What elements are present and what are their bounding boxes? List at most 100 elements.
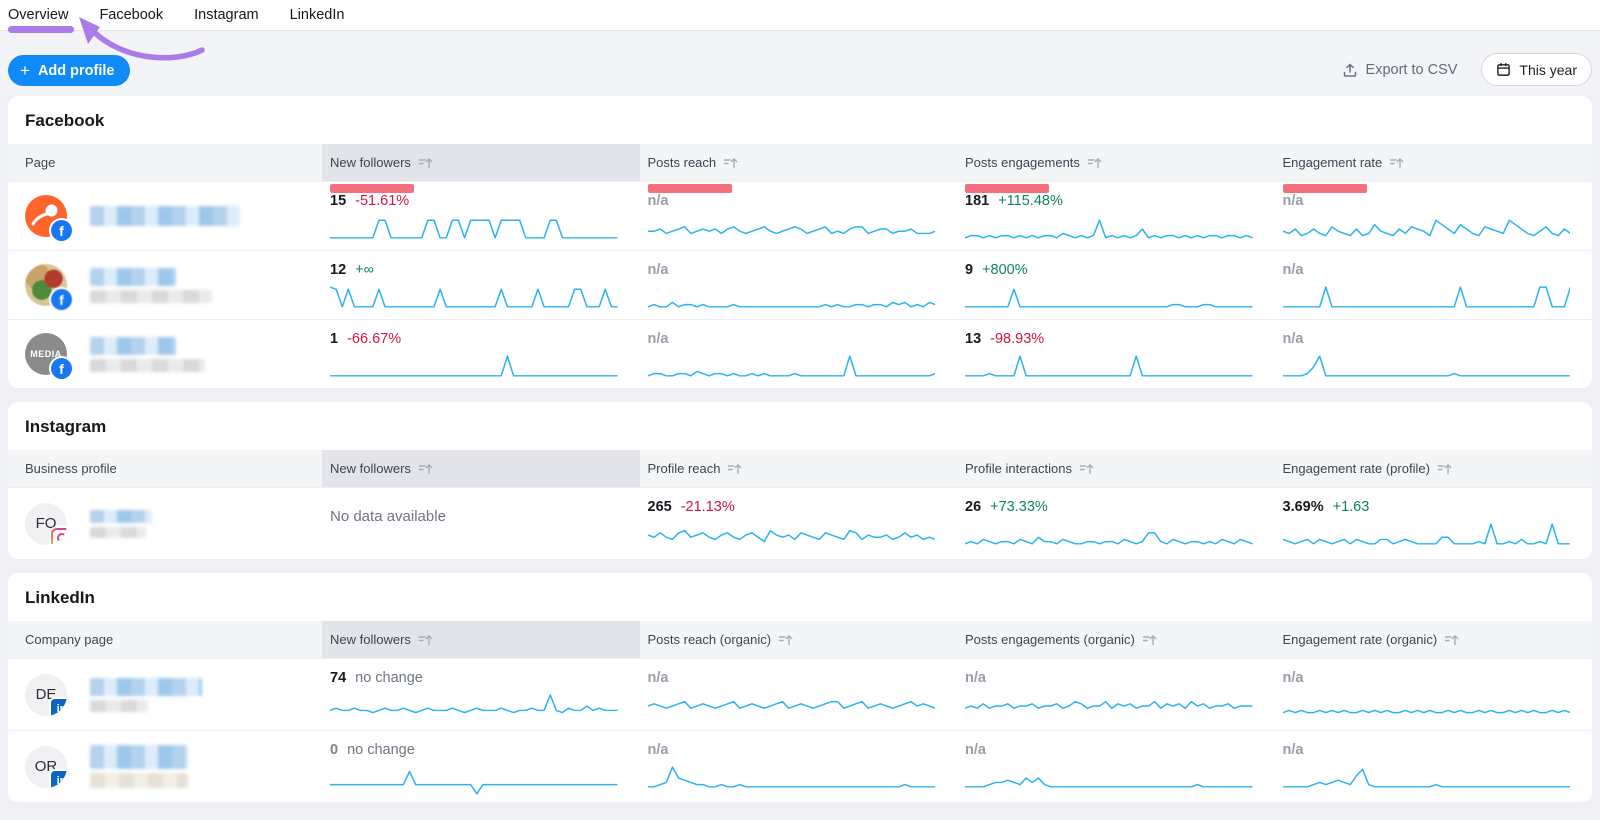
metric-value: n/a (1283, 742, 1304, 758)
sort-icon (418, 634, 433, 646)
sparkline-chart (1283, 215, 1571, 246)
metric-value: 265 (648, 499, 672, 515)
sort-icon (1444, 634, 1459, 646)
metric-value: n/a (648, 331, 669, 347)
column-header-label: Posts engagements (965, 155, 1080, 170)
annotation-underline (8, 26, 74, 33)
sparkline-chart (648, 764, 936, 795)
profile-name (90, 206, 240, 226)
tab-overview[interactable]: Overview (8, 7, 68, 23)
metric-cell: n/a (640, 251, 958, 319)
tab-facebook[interactable]: Facebook (99, 7, 163, 23)
metric-value: n/a (1283, 670, 1304, 686)
column-header-new-followers[interactable]: New followers (322, 621, 640, 658)
sparkline-chart (648, 521, 936, 552)
sort-icon (723, 157, 738, 169)
sort-icon (778, 634, 793, 646)
sparkline-chart (1283, 764, 1571, 795)
column-header-engagement-rate-organic[interactable]: Engagement rate (organic) (1275, 621, 1593, 658)
facebook-badge-icon: f (51, 358, 72, 379)
metric-delta: +73.33% (990, 499, 1048, 515)
metric-value: 74 (330, 670, 346, 686)
redacted-name (90, 337, 176, 355)
metric-cell: n/a (640, 731, 958, 802)
profile-name (90, 510, 152, 538)
metric-value: 26 (965, 499, 981, 515)
profile-cell[interactable]: FO (8, 488, 322, 559)
metric-delta: no change (347, 742, 415, 758)
linkedin-badge-icon: in (51, 699, 67, 716)
facebook-section: Facebook Page New followers Posts reach … (8, 96, 1592, 388)
column-header-posts-reach[interactable]: Posts reach (640, 144, 958, 181)
profile-name (90, 745, 188, 788)
profile-cell[interactable]: MEDIA f (8, 320, 322, 388)
column-header-label: Posts reach (648, 155, 717, 170)
sparkline-chart (648, 284, 936, 315)
sort-icon (1079, 463, 1094, 475)
metric-value: n/a (648, 670, 669, 686)
column-header-engagement-rate-profile[interactable]: Engagement rate (profile) (1275, 450, 1593, 487)
sparkline-chart (1283, 521, 1571, 552)
avatar: OR in (25, 746, 67, 788)
metric-cell: 12+∞ (322, 251, 640, 319)
table-header: Company page New followers Posts reach (… (8, 621, 1592, 658)
column-header-new-followers[interactable]: New followers (322, 450, 640, 487)
avatar: f (25, 195, 67, 237)
column-header-profile-reach[interactable]: Profile reach (640, 450, 958, 487)
table-row: DE in 74no change n/a n/a n/a (8, 658, 1592, 730)
sparkline-chart (965, 764, 1253, 795)
metric-cell: 15 -51.61% (322, 182, 640, 250)
metric-value: No data available (330, 508, 446, 525)
redaction-bar (1283, 184, 1367, 193)
sparkline-chart (648, 353, 936, 384)
table-row: f 15-51.61% n/a 181+115.48% n/a (8, 181, 1592, 250)
sort-icon (1142, 634, 1157, 646)
metric-value: n/a (965, 742, 986, 758)
column-header-engagement-rate[interactable]: Engagement rate (1275, 144, 1593, 181)
sparkline-chart (1283, 692, 1571, 723)
date-range-button[interactable]: This year (1481, 53, 1592, 86)
avatar: f (25, 264, 67, 306)
profile-cell[interactable]: f (8, 182, 322, 250)
export-to-csv-button[interactable]: Export to CSV (1342, 62, 1458, 78)
column-header-posts-engagements[interactable]: Posts engagements (957, 144, 1275, 181)
column-header-label: New followers (330, 461, 411, 476)
metric-cell: n/a (1275, 182, 1593, 250)
sort-icon (1389, 157, 1404, 169)
metric-value: 9 (965, 262, 973, 278)
metric-value: 15 (330, 193, 346, 209)
metric-delta: -51.61% (355, 193, 409, 209)
column-header-label: Engagement rate (profile) (1283, 461, 1430, 476)
avatar: FO (25, 503, 67, 545)
toolbar: + Add profile Export to CSV This year (0, 31, 1600, 96)
sparkline-chart (965, 692, 1253, 723)
column-header-posts-engagements-organic[interactable]: Posts engagements (organic) (957, 621, 1275, 658)
metric-cell: 3.69%+1.63 (1275, 488, 1593, 559)
profile-cell[interactable]: DE in (8, 659, 322, 730)
column-header-label: Engagement rate (1283, 155, 1383, 170)
profile-cell[interactable]: OR in (8, 731, 322, 802)
metric-cell: n/a (640, 182, 958, 250)
column-header-page: Page (8, 144, 322, 181)
sparkline-chart (648, 692, 936, 723)
tab-instagram[interactable]: Instagram (194, 7, 258, 23)
profile-cell[interactable]: f (8, 251, 322, 319)
profile-name (90, 268, 212, 303)
column-header-posts-reach-organic[interactable]: Posts reach (organic) (640, 621, 958, 658)
section-title: Instagram (8, 402, 1592, 450)
facebook-badge-icon: f (51, 220, 72, 241)
metric-value: n/a (648, 262, 669, 278)
table-row: OR in 0no change n/a n/a n/a (8, 730, 1592, 802)
add-profile-button[interactable]: + Add profile (8, 55, 130, 86)
sparkline-chart (330, 284, 618, 315)
sparkline-chart (330, 353, 618, 384)
redacted-subtitle (90, 700, 148, 712)
metric-cell: 265-21.13% (640, 488, 958, 559)
sparkline-chart (965, 284, 1253, 315)
redacted-subtitle (90, 773, 188, 788)
tab-linkedin[interactable]: LinkedIn (290, 7, 345, 23)
column-header-profile-interactions[interactable]: Profile interactions (957, 450, 1275, 487)
metric-cell: n/a (1275, 320, 1593, 388)
redacted-subtitle (90, 527, 146, 538)
column-header-new-followers[interactable]: New followers (322, 144, 640, 181)
